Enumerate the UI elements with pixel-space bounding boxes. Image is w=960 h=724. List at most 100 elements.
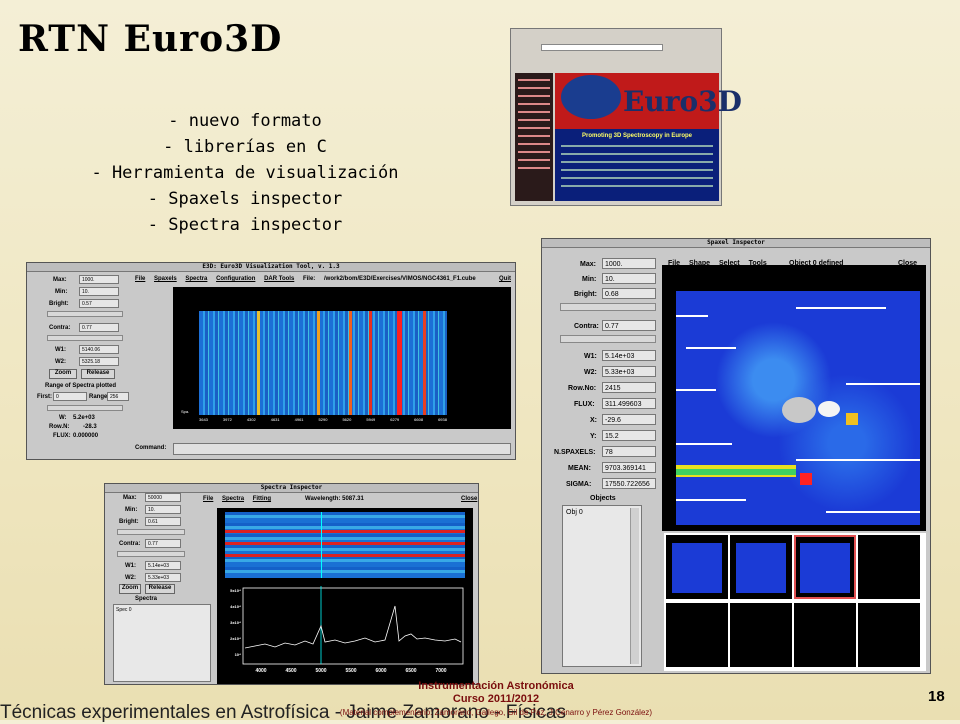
thumbnail[interactable] (730, 535, 792, 599)
x-input[interactable]: -29.6 (602, 414, 656, 425)
spaxel-map-panel[interactable] (662, 265, 926, 531)
emission-line (369, 311, 372, 415)
y-label: Y: (590, 433, 597, 440)
first-input[interactable]: 0 (53, 392, 87, 401)
tick-label: 4631 (270, 417, 280, 422)
selected-object[interactable] (782, 397, 816, 423)
menu-spectra[interactable]: Spectra (222, 496, 244, 502)
bright-slider[interactable] (560, 303, 656, 311)
objects-scrollbar[interactable] (630, 508, 639, 664)
footer-year: Curso 2011/2012 (452, 693, 540, 705)
menu-fitting[interactable]: Fitting (253, 496, 271, 502)
y-tick-label: 2x10⁴ (230, 636, 241, 641)
thumbnail-grid (664, 533, 926, 671)
menu-file[interactable]: File (135, 276, 145, 282)
flux-label: FLUX: (53, 433, 71, 439)
w1-input[interactable]: 5140.06 (79, 345, 119, 354)
range-input[interactable]: 256 (107, 392, 129, 401)
menu-spaxels[interactable]: Spaxels (154, 276, 177, 282)
thumbnail[interactable] (858, 603, 920, 667)
file-label: File: (302, 276, 316, 282)
list-item[interactable]: Spec 0 (116, 607, 132, 613)
window-title: E3D: Euro3D Visualization Tool, v. 1.3 (27, 263, 515, 272)
thumbnail[interactable] (858, 535, 920, 599)
contra-slider[interactable] (560, 335, 656, 343)
spectrum-band (225, 554, 465, 557)
x-tick-label: 4000 (255, 668, 266, 674)
command-input[interactable] (173, 443, 511, 455)
spectrum-plot: 5x10⁴ 4x10⁴ 3x10⁴ 2x10⁴ 10⁴ 4000 4500 50… (230, 586, 464, 674)
spaxel-map (676, 291, 920, 525)
w1-input[interactable]: 5.14e+03 (602, 350, 656, 361)
thumbnail[interactable] (666, 603, 728, 667)
feature-list: - nuevo formato - librerías en C - Herra… (60, 108, 430, 238)
max-input[interactable]: 50000 (145, 493, 181, 502)
spectra-list[interactable]: Spec 0 (113, 604, 211, 682)
w2-input[interactable]: 5325.18 (79, 357, 119, 366)
menu-configuration[interactable]: Configuration (216, 276, 255, 282)
objects-list[interactable]: Obj 0 (562, 505, 642, 667)
bright-input[interactable]: 0.61 (145, 517, 181, 526)
bright-label: Bright: (574, 291, 597, 298)
footer-credit: (Material complementario: Zamorano, Gall… (339, 708, 653, 717)
close-button[interactable]: Close (461, 496, 477, 502)
y-tick-label: 5x10⁴ (230, 588, 241, 593)
x-tick-label: 4500 (285, 668, 296, 674)
bright-slider[interactable] (47, 311, 123, 317)
x-tick-label: 7000 (435, 668, 446, 674)
thumbnail-selected[interactable] (794, 535, 856, 599)
zoom-button[interactable]: Zoom (49, 369, 77, 379)
contra-slider[interactable] (117, 551, 185, 557)
release-button[interactable]: Release (81, 369, 115, 379)
nspaxels-input[interactable]: 78 (602, 446, 656, 457)
w-value: 5.2e+03 (73, 415, 95, 421)
range-slider[interactable] (47, 405, 123, 411)
bullet-item: - Spaxels inspector (147, 189, 343, 209)
mean-input[interactable]: 9703.369141 (602, 462, 656, 473)
w1-input[interactable]: 5.14e+03 (145, 561, 181, 570)
w2-input[interactable]: 5.33e+03 (602, 366, 656, 377)
menu-file[interactable]: File (203, 496, 213, 502)
max-input[interactable]: 1000. (79, 275, 119, 284)
zoom-button[interactable]: Zoom (119, 584, 141, 594)
min-input[interactable]: 10. (145, 505, 181, 514)
contra-input[interactable]: 0.77 (602, 320, 656, 331)
flux-value: 0.000000 (73, 433, 99, 439)
max-input[interactable]: 1000. (602, 258, 656, 269)
thumbnail[interactable] (794, 603, 856, 667)
spaxel-inspector-window: Spaxel Inspector File Shape Select Tools… (541, 238, 931, 674)
min-input[interactable]: 10. (602, 273, 656, 284)
flux-input[interactable]: 311.499603 (602, 398, 656, 409)
y-input[interactable]: 15.2 (602, 430, 656, 441)
emission-line (317, 311, 320, 415)
release-button[interactable]: Release (145, 584, 175, 594)
rowno-input[interactable]: 2415 (602, 382, 656, 393)
contra-slider[interactable] (47, 335, 123, 341)
tick-label: 5620 (342, 417, 352, 422)
min-input[interactable]: 10. (79, 287, 119, 296)
range-of-spectra-label: Range of Spectra plotted (45, 383, 117, 389)
x-label: X: (590, 417, 597, 424)
thumbnail[interactable] (666, 535, 728, 599)
list-item[interactable]: Obj 0 (566, 509, 583, 516)
dead-fiber-row (796, 307, 886, 309)
wavelength-readout: Wavelength: 5087.31 (305, 496, 364, 502)
nspaxels-label: N.SPAXELS: (554, 449, 596, 456)
e3d-image-panel[interactable]: Spa. 3643 3972 4302 4631 4961 5290 5620 … (173, 287, 511, 429)
sigma-input[interactable]: 17550.722656 (602, 478, 656, 489)
contra-input[interactable]: 0.77 (79, 323, 119, 332)
stacked-spectra-image (199, 311, 447, 415)
w2-label: W2: (55, 359, 66, 365)
emission-line (397, 311, 402, 415)
contra-input[interactable]: 0.77 (145, 539, 181, 548)
menu-dar-tools[interactable]: DAR Tools (264, 276, 294, 282)
thumbnail[interactable] (730, 603, 792, 667)
menu-spectra[interactable]: Spectra (185, 276, 207, 282)
spectra-plot-panel[interactable]: 5x10⁴ 4x10⁴ 3x10⁴ 2x10⁴ 10⁴ 4000 4500 50… (217, 508, 473, 684)
max-label: Max: (123, 495, 137, 501)
bright-input[interactable]: 0.57 (79, 299, 119, 308)
w2-input[interactable]: 5.33e+03 (145, 573, 181, 582)
bright-slider[interactable] (117, 529, 185, 535)
bright-input[interactable]: 0.68 (602, 288, 656, 299)
quit-button[interactable]: Quit (499, 276, 511, 282)
